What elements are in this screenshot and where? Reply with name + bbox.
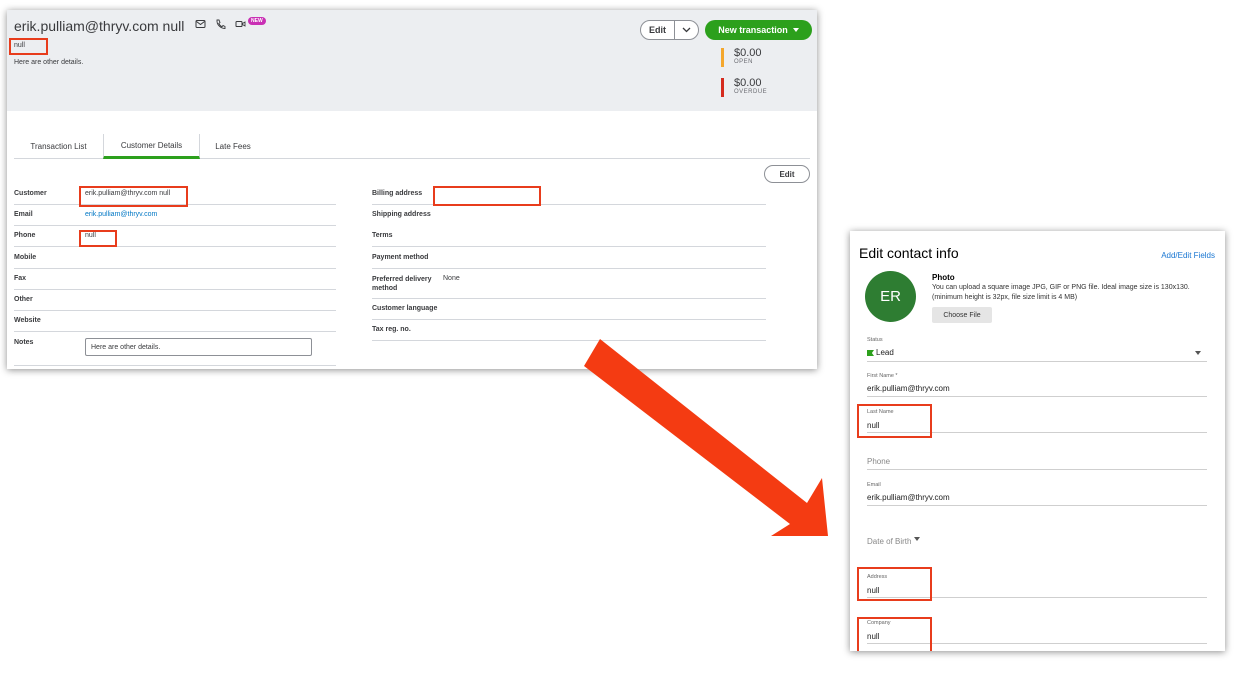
- first-name-value: erik.pulliam@thryv.com: [867, 384, 950, 393]
- first-name-field[interactable]: First Name * erik.pulliam@thryv.com: [867, 373, 1207, 397]
- edit-contact-dialog: Edit contact info Add/Edit Fields ER Pho…: [850, 231, 1225, 651]
- phone-field[interactable]: Phone: [867, 455, 1207, 470]
- phone-placeholder: Phone: [867, 457, 891, 466]
- date-of-birth-picker[interactable]: Date of Birth: [867, 537, 921, 546]
- status-label: Status: [867, 337, 883, 343]
- choose-file-button[interactable]: Choose File: [932, 307, 992, 323]
- email-label: Email: [867, 482, 881, 488]
- email-field[interactable]: Email erik.pulliam@thryv.com: [867, 482, 1207, 506]
- add-edit-fields-link[interactable]: Add/Edit Fields: [1161, 251, 1215, 260]
- avatar: ER: [865, 271, 916, 322]
- highlight-box: [857, 617, 932, 651]
- status-value: Lead: [876, 348, 894, 357]
- first-name-label: First Name *: [867, 373, 898, 379]
- dropdown-arrow-icon: [914, 537, 921, 541]
- photo-heading: Photo: [932, 273, 955, 282]
- dropdown-arrow-icon[interactable]: [1195, 351, 1201, 355]
- dialog-title: Edit contact info: [859, 245, 959, 261]
- photo-instructions: You can upload a square image JPG, GIF o…: [932, 284, 1190, 301]
- flag-icon: [867, 350, 874, 356]
- dob-placeholder: Date of Birth: [867, 537, 912, 546]
- status-select[interactable]: Status Lead: [867, 336, 1207, 362]
- highlight-box: [857, 567, 932, 601]
- email-value: erik.pulliam@thryv.com: [867, 493, 950, 502]
- highlight-box: [857, 404, 932, 438]
